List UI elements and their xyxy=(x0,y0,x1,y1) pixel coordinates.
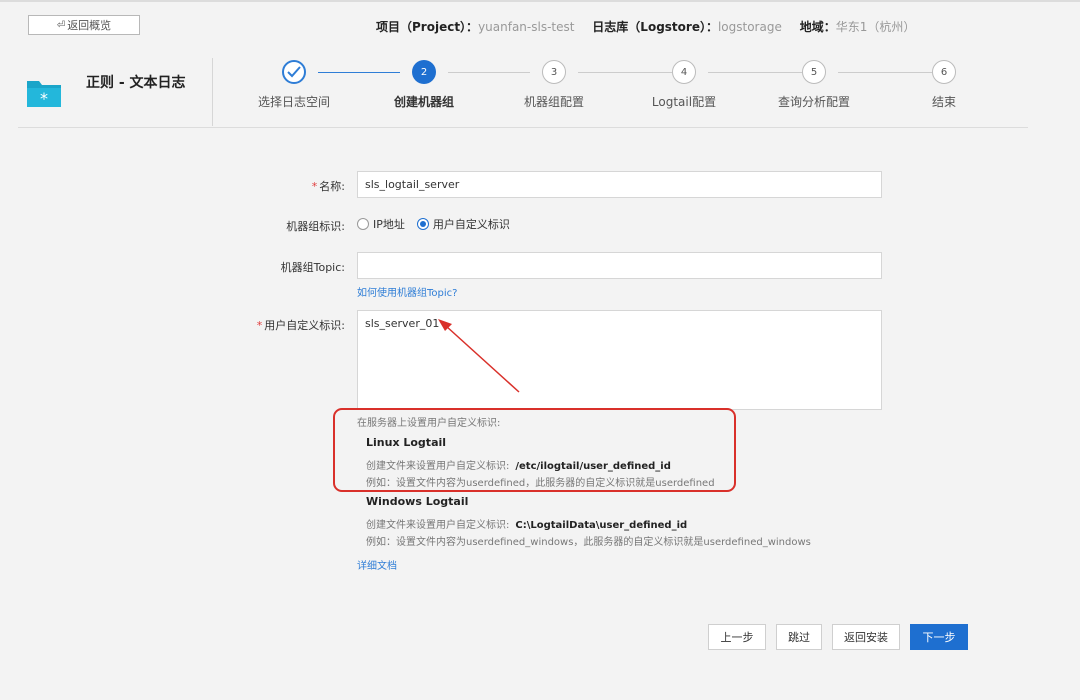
step-label: 创建机器组 xyxy=(393,95,454,109)
back-install-button[interactable]: 返回安装 xyxy=(832,624,900,650)
help-intro: 在服务器上设置用户自定义标识: xyxy=(357,418,501,429)
windows-example: 例如：设置文件内容为userdefined_windows，此服务器的自定义标识… xyxy=(366,537,811,548)
logstore-key: 日志库（Logstore）： xyxy=(592,20,718,34)
radio-custom-id[interactable]: 用户自定义标识 xyxy=(416,216,510,232)
group-id-label: 机器组标识: xyxy=(286,220,345,233)
custom-id-textarea[interactable]: sls_server_01 xyxy=(357,310,882,410)
radio-label: 用户自定义标识 xyxy=(432,218,510,231)
region-key: 地域： xyxy=(799,20,836,34)
back-button-label: 返回概览 xyxy=(67,19,112,32)
doc-link[interactable]: 详细文档 xyxy=(357,557,397,572)
windows-title: Windows Logtail xyxy=(366,495,469,508)
step-6: 6 结束 xyxy=(874,60,1014,110)
step-label: 机器组配置 xyxy=(523,95,584,109)
topic-help-link[interactable]: 如何使用机器组Topic? xyxy=(357,284,457,299)
project-info: 项目（Project）：yuanfan-sls-test 日志库（Logstor… xyxy=(376,18,929,35)
header-bottom-divider xyxy=(18,127,1028,128)
top-border xyxy=(0,0,1080,2)
radio-ip-address[interactable]: IP地址 xyxy=(357,216,405,232)
region-value: 华东1（杭州） xyxy=(835,20,916,34)
skip-button[interactable]: 跳过 xyxy=(776,624,822,650)
step-number: 4 xyxy=(672,60,696,84)
project-key: 项目（Project）： xyxy=(376,20,479,34)
windows-create-text: 创建文件来设置用户自定义标识: C:\LogtailData\user_defin… xyxy=(366,520,688,531)
topic-input[interactable] xyxy=(357,252,882,279)
step-2: 2 创建机器组 xyxy=(354,60,494,110)
step-4: 4 Logtail配置 xyxy=(614,60,754,110)
step-label: Logtail配置 xyxy=(651,95,717,109)
radio-circle xyxy=(357,218,369,230)
back-to-overview-button[interactable]: ⏎ 返回概览 xyxy=(28,15,140,35)
step-number: 3 xyxy=(542,60,566,84)
step-label: 选择日志空间 xyxy=(257,95,330,109)
page-title: 正则 - 文本日志 xyxy=(86,75,186,91)
linux-title: Linux Logtail xyxy=(366,436,447,449)
step-5: 5 查询分析配置 xyxy=(744,60,884,110)
step-label: 结束 xyxy=(931,95,956,109)
name-label: * 名称: xyxy=(311,180,345,193)
name-input[interactable]: sls_logtail_server xyxy=(357,171,882,198)
step-label: 查询分析配置 xyxy=(777,95,850,109)
next-step-button[interactable]: 下一步 xyxy=(910,624,968,650)
svg-text:*: * xyxy=(40,89,48,108)
page: ⏎ 返回概览 项目（Project）：yuanfan-sls-test 日志库（… xyxy=(0,0,1080,700)
step-1: 选择日志空间 xyxy=(224,60,364,110)
group-id-radio-group: IP地址 用户自定义标识 xyxy=(357,216,522,232)
project-value: yuanfan-sls-test xyxy=(478,20,575,34)
logstore-value: logstorage xyxy=(717,20,782,34)
header-divider xyxy=(212,58,213,126)
back-icon: ⏎ xyxy=(56,19,66,31)
prev-step-button[interactable]: 上一步 xyxy=(708,624,766,650)
radio-circle-selected xyxy=(416,218,429,230)
linux-create-text: 创建文件来设置用户自定义标识:/etc/ilogtail/user_define… xyxy=(366,461,671,472)
folder-icon: * xyxy=(27,81,61,108)
check-icon xyxy=(282,60,306,84)
windows-path: C:\LogtailData\user_defined_id xyxy=(515,520,688,531)
step-number: 2 xyxy=(412,60,436,84)
step-3: 3 机器组配置 xyxy=(484,60,624,110)
linux-example: 例如：设置文件内容为userdefined，此服务器的自定义标识就是userde… xyxy=(366,478,715,489)
radio-label: IP地址 xyxy=(373,218,405,231)
step-number: 5 xyxy=(802,60,826,84)
custom-id-label: * 用户自定义标识: xyxy=(256,319,345,332)
topic-label: 机器组Topic: xyxy=(280,261,345,274)
linux-path: /etc/ilogtail/user_defined_id xyxy=(515,461,671,472)
step-number: 6 xyxy=(932,60,956,84)
